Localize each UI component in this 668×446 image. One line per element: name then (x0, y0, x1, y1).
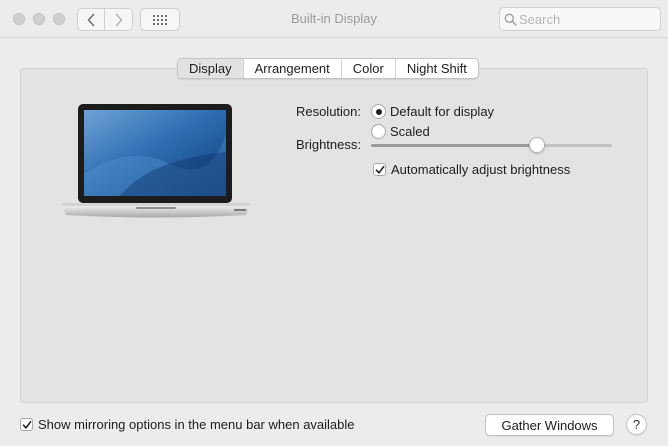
slider-fill (371, 144, 537, 147)
search-field[interactable] (499, 7, 661, 31)
tab-night-shift[interactable]: Night Shift (394, 59, 478, 78)
mirroring-checkbox[interactable] (20, 418, 33, 431)
radio-selected-dot (375, 108, 382, 115)
auto-brightness-label: Automatically adjust brightness (391, 162, 571, 177)
auto-brightness-checkbox[interactable] (373, 163, 386, 176)
radio-button[interactable] (371, 104, 386, 119)
mirroring-label: Show mirroring options in the menu bar w… (38, 417, 355, 432)
mirroring-option[interactable]: Show mirroring options in the menu bar w… (20, 417, 355, 432)
brightness-slider[interactable] (371, 136, 612, 154)
resolution-label: Resolution: (295, 104, 361, 119)
search-icon (504, 13, 517, 26)
resolution-default-label: Default for display (390, 104, 495, 119)
gather-windows-button[interactable]: Gather Windows (485, 414, 614, 436)
resolution-default-option[interactable]: Default for display (371, 104, 494, 119)
checkmark-icon (375, 165, 384, 174)
brightness-label: Brightness: (295, 137, 361, 152)
auto-brightness-option[interactable]: Automatically adjust brightness (373, 162, 570, 177)
tab-display[interactable]: Display (178, 59, 243, 78)
tab-bar: Display Arrangement Color Night Shift (177, 58, 479, 79)
slider-thumb[interactable] (529, 137, 545, 153)
laptop-illustration (62, 104, 250, 218)
search-input[interactable] (519, 11, 649, 27)
tab-arrangement[interactable]: Arrangement (242, 59, 341, 78)
tab-color[interactable]: Color (340, 59, 395, 78)
title-bar: Built-in Display (0, 0, 668, 38)
help-button[interactable]: ? (626, 414, 647, 435)
checkmark-icon (22, 420, 31, 429)
